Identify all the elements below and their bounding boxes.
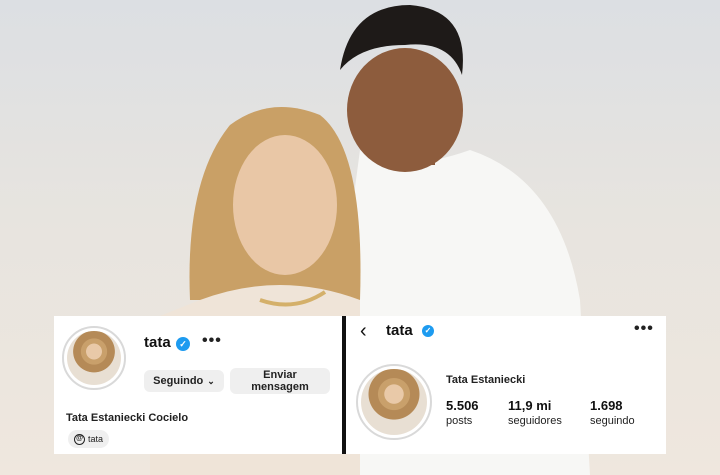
send-message-label-line1: Enviar xyxy=(263,369,297,381)
more-options-icon[interactable]: ••• xyxy=(634,320,654,338)
following-button[interactable]: Seguindo ⌄ xyxy=(144,370,224,392)
following-label[interactable]: seguindo xyxy=(590,415,635,427)
send-message-label-line2: mensagem xyxy=(251,381,309,393)
avatar-photo xyxy=(67,331,121,385)
more-options-icon[interactable]: ••• xyxy=(202,332,222,350)
threads-label: tata xyxy=(88,434,104,444)
verified-badge-icon: ✓ xyxy=(422,325,434,337)
profile-username: tata xyxy=(386,322,413,339)
threads-badge[interactable]: @ tata xyxy=(68,430,110,448)
threads-icon: @ xyxy=(74,433,85,445)
send-message-button[interactable]: Enviar mensagem xyxy=(230,368,330,394)
followers-label[interactable]: seguidores xyxy=(508,415,562,427)
profile-card-mobile: ‹ tata ✓ ••• Tata Estaniecki 5.506 posts… xyxy=(346,316,666,454)
followers-count[interactable]: 11,9 mi xyxy=(508,398,551,413)
following-count[interactable]: 1.698 xyxy=(590,398,623,413)
following-button-label: Seguindo xyxy=(153,375,204,387)
verified-badge-icon: ✓ xyxy=(176,337,190,351)
profile-full-name: Tata Estaniecki Cocielo xyxy=(66,412,189,424)
profile-full-name: Tata Estaniecki xyxy=(446,374,526,386)
profile-avatar[interactable] xyxy=(356,364,432,440)
back-arrow-icon[interactable]: ‹ xyxy=(360,320,367,343)
profile-avatar[interactable] xyxy=(62,326,126,390)
profile-card-desktop: tata ✓ ••• Seguindo ⌄ Enviar mensagem Ta… xyxy=(54,316,342,454)
posts-label: posts xyxy=(446,415,473,427)
chevron-down-icon: ⌄ xyxy=(207,375,215,386)
profile-username: tata xyxy=(144,334,171,351)
avatar-photo xyxy=(361,369,427,435)
posts-count: 5.506 xyxy=(446,398,479,413)
